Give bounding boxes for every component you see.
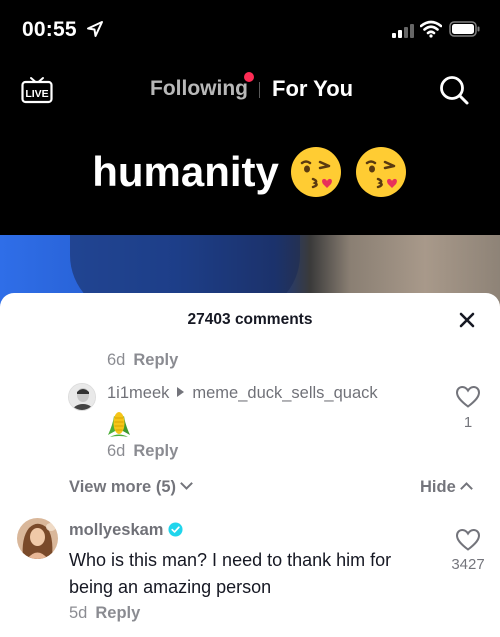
comment-meta: 5d Reply (69, 604, 140, 623)
comments-count-title: 27403 comments (187, 311, 313, 328)
search-icon[interactable] (438, 74, 470, 106)
reply-username-line: 1i1meek meme_duck_sells_quack (107, 384, 378, 403)
comments-sheet: 27403 comments 6d Reply 1i1meek meme_duck_… (0, 293, 500, 637)
username[interactable]: mollyeskam (69, 521, 163, 539)
kiss-emoji-icon (291, 147, 342, 197)
view-more-replies-button[interactable]: View more (5) (69, 477, 193, 497)
top-nav: LIVE Following For You (0, 60, 500, 118)
verified-badge-icon (168, 522, 184, 537)
view-more-label: View more (5) (69, 478, 176, 496)
avatar-image (69, 384, 95, 410)
reply-button[interactable]: Reply (95, 604, 140, 622)
username[interactable]: 1i1meek (107, 384, 169, 402)
like-count: 1 (463, 414, 473, 431)
reply-to-arrow-icon (177, 387, 185, 397)
avatar[interactable] (68, 383, 96, 411)
comment-time: 5d (69, 604, 88, 622)
battery-icon (449, 21, 480, 37)
comment-time: 6d (107, 442, 126, 460)
reply-to-username[interactable]: meme_duck_sells_quack (192, 384, 377, 402)
live-icon[interactable]: LIVE (20, 72, 54, 106)
comment-text: Who is this man? I need to thank him for… (69, 550, 392, 597)
chevron-down-icon (180, 477, 193, 490)
video-caption: humanity (0, 145, 500, 199)
status-time: 00:55 (22, 18, 77, 41)
reply-meta: 6d Reply (107, 442, 178, 461)
like-count: 3427 (451, 556, 485, 573)
reply-button[interactable]: Reply (133, 442, 178, 460)
cellular-signal-icon (392, 24, 414, 38)
tab-for-you[interactable]: For You (272, 76, 353, 102)
heart-icon[interactable] (455, 385, 481, 409)
comment-username-line: mollyeskam (69, 521, 184, 540)
previous-comment-meta: 6d Reply (107, 351, 178, 370)
kiss-emoji-icon (355, 147, 406, 197)
heart-icon[interactable] (455, 528, 481, 552)
notification-dot (244, 72, 254, 82)
avatar[interactable] (17, 518, 58, 559)
svg-text:LIVE: LIVE (25, 88, 48, 100)
close-icon[interactable] (457, 310, 477, 330)
tab-following[interactable]: Following (150, 77, 248, 101)
hide-replies-button[interactable]: Hide (420, 478, 473, 497)
wifi-icon (420, 20, 442, 38)
caption-text: humanity (92, 148, 279, 195)
corn-icon (108, 412, 130, 437)
hide-label: Hide (420, 478, 456, 496)
location-arrow-icon (87, 21, 103, 37)
reply-button[interactable]: Reply (133, 351, 178, 369)
avatar-image (17, 518, 58, 559)
comment-time: 6d (107, 351, 126, 369)
status-bar: 00:55 (0, 0, 500, 60)
tab-divider (259, 82, 260, 98)
chevron-up-icon (459, 482, 473, 495)
